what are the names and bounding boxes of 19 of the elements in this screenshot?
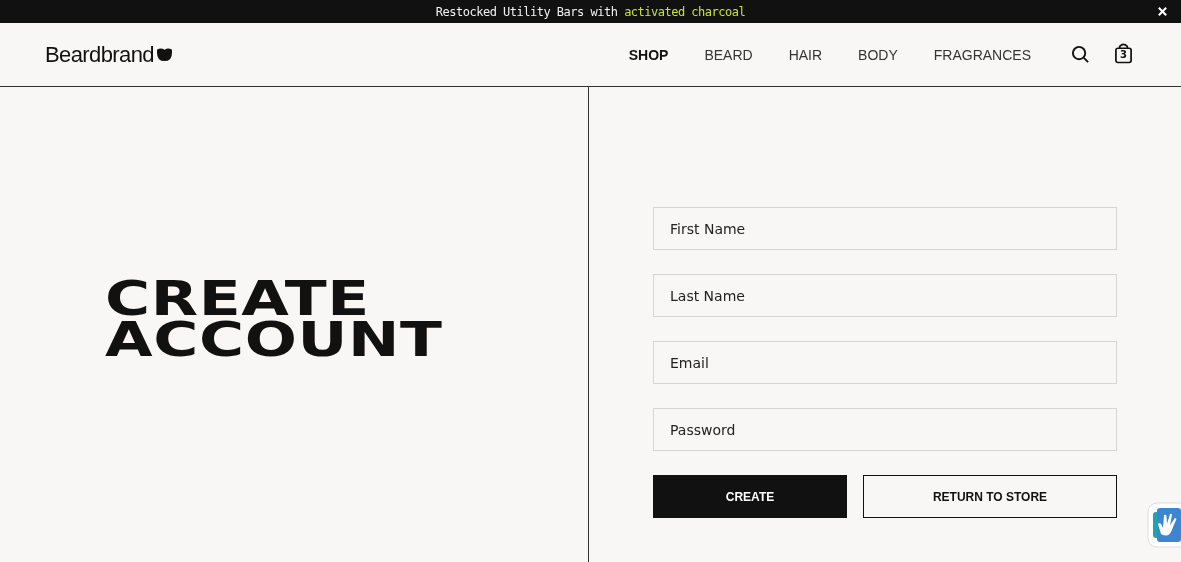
create-button[interactable]: CREATE (653, 475, 847, 518)
input-field[interactable]: Password (653, 408, 1117, 451)
accessibility-widget-icon[interactable] (1147, 502, 1181, 548)
brand-logo[interactable]: Beardbrand (45, 41, 154, 68)
nav-link[interactable]: SHOP (628, 46, 669, 63)
input-field[interactable]: Email (653, 341, 1117, 384)
announcement-text: Restocked Utility Bars with activated charcoal (435, 4, 746, 19)
nav-link[interactable]: BODY (858, 46, 898, 63)
close-icon[interactable] (1157, 6, 1168, 17)
nav-link[interactable]: BEARD (704, 46, 753, 63)
input-field[interactable]: Last Name (653, 274, 1117, 317)
nav-link[interactable]: FRAGRANCES (933, 46, 1031, 63)
nav-link[interactable]: HAIR (788, 46, 823, 63)
page-title: CREATE ACCOUNT (105, 278, 443, 360)
search-icon[interactable] (1071, 45, 1090, 64)
beard-icon (155, 47, 174, 62)
return-button[interactable]: RETURN TO STORE (863, 475, 1117, 518)
input-field[interactable]: First Name (653, 207, 1117, 250)
announcement-link[interactable]: activated charcoal (624, 4, 746, 19)
